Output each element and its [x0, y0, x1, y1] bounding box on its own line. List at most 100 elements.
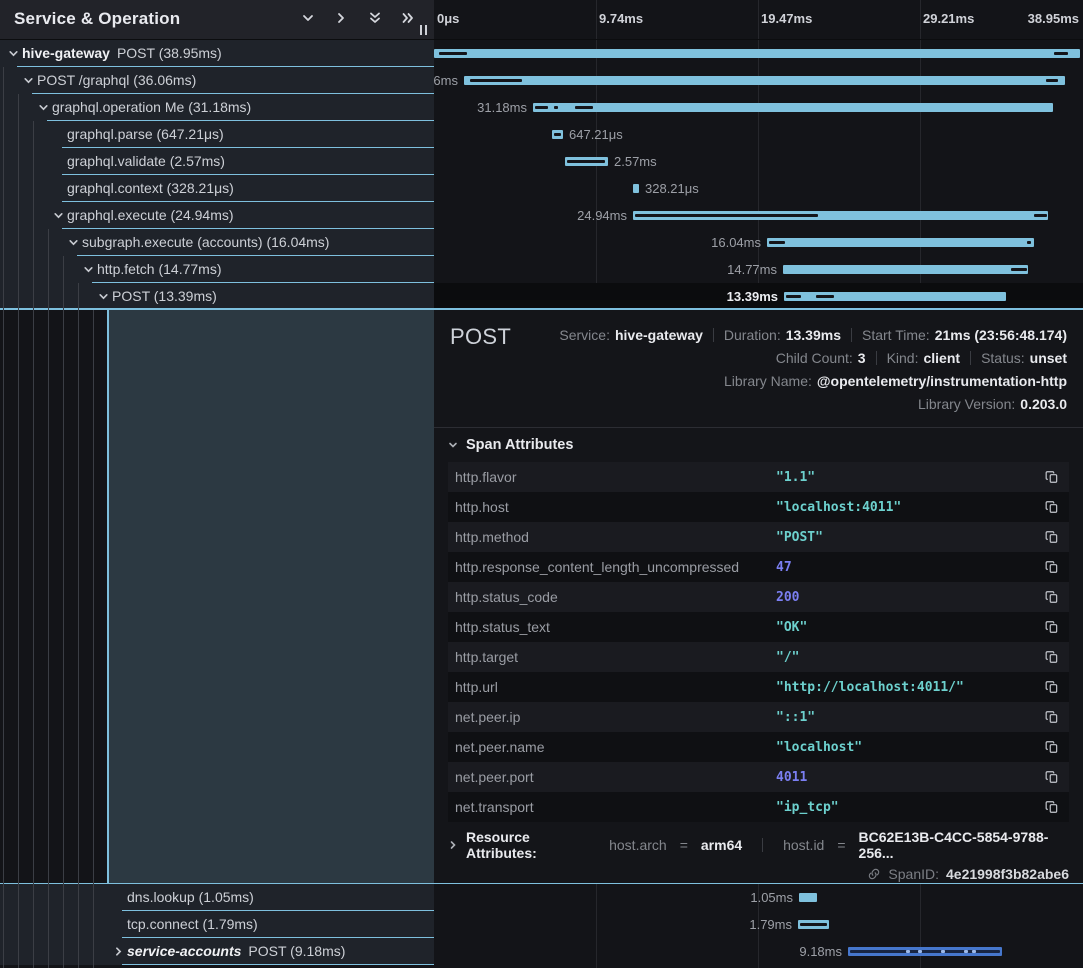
span-bar[interactable]	[552, 130, 563, 139]
indent-guide	[3, 67, 4, 968]
span-row-graphql-operation[interactable]: graphql.operation Me (31.18ms)	[0, 94, 434, 121]
span-row-post-selected[interactable]: POST (13.39ms)	[0, 283, 434, 310]
chevron-right-icon[interactable]	[113, 946, 124, 957]
copy-icon[interactable]	[1045, 800, 1059, 814]
span-row-graphql-parse[interactable]: graphql.parse (647.21μs)	[0, 121, 434, 148]
attribute-row: http.host"localhost:4011"	[448, 492, 1069, 522]
timeline-row[interactable]: 647.21μs	[434, 121, 1083, 148]
span-bar[interactable]	[633, 184, 639, 193]
trace-viewer: Service & Operation 0μs 9.74ms 19.47ms 2…	[0, 0, 1083, 968]
timeline-row[interactable]: 16.04ms	[434, 229, 1083, 256]
span-bar[interactable]	[767, 238, 1034, 247]
span-row-graphql-execute[interactable]: graphql.execute (24.94ms)	[0, 202, 434, 229]
copy-icon[interactable]	[1045, 530, 1059, 544]
span-bar[interactable]	[434, 49, 1080, 58]
span-row-post-graphql[interactable]: POST /graphql (36.06ms)	[0, 67, 434, 94]
chevron-right-icon	[448, 840, 458, 850]
attribute-row: http.url"http://localhost:4011/"	[448, 672, 1069, 702]
timeline-row[interactable]: 328.21μs	[434, 175, 1083, 202]
span-row-subgraph-execute[interactable]: subgraph.execute (accounts) (16.04ms)	[0, 229, 434, 256]
copy-icon[interactable]	[1045, 620, 1059, 634]
copy-icon[interactable]	[1045, 500, 1059, 514]
operation-name: tcp.connect (1.79ms)	[127, 916, 258, 932]
span-row-graphql-validate[interactable]: graphql.validate (2.57ms)	[0, 148, 434, 175]
span-row-graphql-context[interactable]: graphql.context (328.21μs)	[0, 175, 434, 202]
attribute-row: net.peer.port4011	[448, 762, 1069, 792]
indent-guide	[63, 256, 64, 968]
operation-name: subgraph.execute (accounts) (16.04ms)	[82, 234, 329, 250]
span-bar[interactable]	[533, 103, 1053, 112]
chevron-right-icon[interactable]	[333, 10, 349, 26]
library-name-value: @opentelemetry/instrumentation-http	[817, 373, 1067, 389]
timeline-row[interactable]: 24.94ms	[434, 202, 1083, 229]
span-bar[interactable]	[784, 292, 1006, 301]
operation-name: graphql.validate (2.57ms)	[67, 153, 225, 169]
span-bar[interactable]	[848, 947, 1002, 956]
library-version-label: Library Version:	[918, 396, 1015, 412]
chevron-down-icon[interactable]	[38, 102, 49, 113]
copy-icon[interactable]	[1045, 680, 1059, 694]
copy-icon[interactable]	[1045, 770, 1059, 784]
copy-icon[interactable]	[1045, 590, 1059, 604]
copy-icon[interactable]	[1045, 650, 1059, 664]
ruler-tick: 19.47ms	[761, 11, 812, 26]
span-bar[interactable]	[799, 893, 817, 902]
chevron-down-icon[interactable]	[8, 48, 19, 59]
operation-name: graphql.parse (647.21μs)	[67, 126, 224, 142]
indent-guide	[48, 229, 49, 968]
span-bar[interactable]	[464, 76, 1065, 85]
timeline-row-selected[interactable]: 13.39ms	[434, 283, 1083, 310]
span-row-service-accounts[interactable]: service-accountsPOST (9.18ms)	[0, 938, 434, 965]
timeline-row[interactable]: 31.18ms	[434, 94, 1083, 121]
timeline-row[interactable]: 1.79ms	[434, 911, 1083, 938]
span-attributes-toggle[interactable]: Span Attributes	[448, 428, 1069, 462]
attribute-row: http.flavor"1.1"	[448, 462, 1069, 492]
copy-icon[interactable]	[1045, 740, 1059, 754]
span-bar[interactable]	[565, 157, 608, 166]
timeline-row[interactable]: 1.05ms	[434, 884, 1083, 911]
service-value: hive-gateway	[615, 327, 703, 343]
timeline-row[interactable]: 14.77ms	[434, 256, 1083, 283]
operation-name: POST (38.95ms)	[117, 45, 222, 61]
span-row-tcp-connect[interactable]: tcp.connect (1.79ms)	[0, 911, 434, 938]
span-title: POST	[450, 324, 511, 350]
span-id-label: SpanID:	[888, 866, 939, 882]
timeline-row[interactable]: 36.06ms	[434, 67, 1083, 94]
chevron-down-icon[interactable]	[68, 237, 79, 248]
span-attributes-title: Span Attributes	[466, 437, 573, 453]
service-label: Service:	[559, 327, 610, 343]
duration-value: 13.39ms	[786, 327, 841, 343]
service-name: service-accounts	[127, 943, 241, 959]
chevron-down-icon[interactable]	[53, 210, 64, 221]
chevron-down-icon[interactable]	[23, 75, 34, 86]
operation-name: http.fetch (14.77ms)	[97, 261, 222, 277]
indent-guide	[18, 94, 19, 968]
span-bar[interactable]	[783, 265, 1028, 274]
panel-resize-handle[interactable]	[420, 25, 427, 35]
timeline-row[interactable]: 9.18ms	[434, 938, 1083, 965]
double-chevron-down-icon[interactable]	[367, 10, 383, 26]
link-icon[interactable]	[867, 867, 881, 881]
timeline-row[interactable]: 38.95ms	[434, 40, 1083, 67]
span-bar[interactable]	[633, 211, 1048, 220]
copy-icon[interactable]	[1045, 560, 1059, 574]
library-name-label: Library Name:	[724, 373, 812, 389]
operation-name: POST /graphql (36.06ms)	[37, 72, 196, 88]
chevron-down-icon[interactable]	[300, 10, 316, 26]
span-row-http-fetch[interactable]: http.fetch (14.77ms)	[0, 256, 434, 283]
chevron-down-icon[interactable]	[98, 291, 109, 302]
resource-attributes-toggle[interactable]: Resource Attributes: host.arch=arm64 hos…	[448, 830, 1069, 860]
double-chevron-right-icon[interactable]	[400, 10, 416, 26]
copy-icon[interactable]	[1045, 710, 1059, 724]
status-value: unset	[1030, 350, 1067, 366]
attribute-row: http.target"/"	[448, 642, 1069, 672]
child-count-label: Child Count:	[776, 350, 853, 366]
copy-icon[interactable]	[1045, 470, 1059, 484]
attribute-row: http.status_text"OK"	[448, 612, 1069, 642]
span-bar[interactable]	[798, 920, 829, 929]
chevron-down-icon[interactable]	[83, 264, 94, 275]
ruler-tick: 38.95ms	[1028, 11, 1079, 26]
span-row-dns-lookup[interactable]: dns.lookup (1.05ms)	[0, 884, 434, 911]
span-row-hive-gateway-post[interactable]: hive-gatewayPOST (38.95ms)	[0, 40, 434, 67]
timeline-row[interactable]: 2.57ms	[434, 148, 1083, 175]
